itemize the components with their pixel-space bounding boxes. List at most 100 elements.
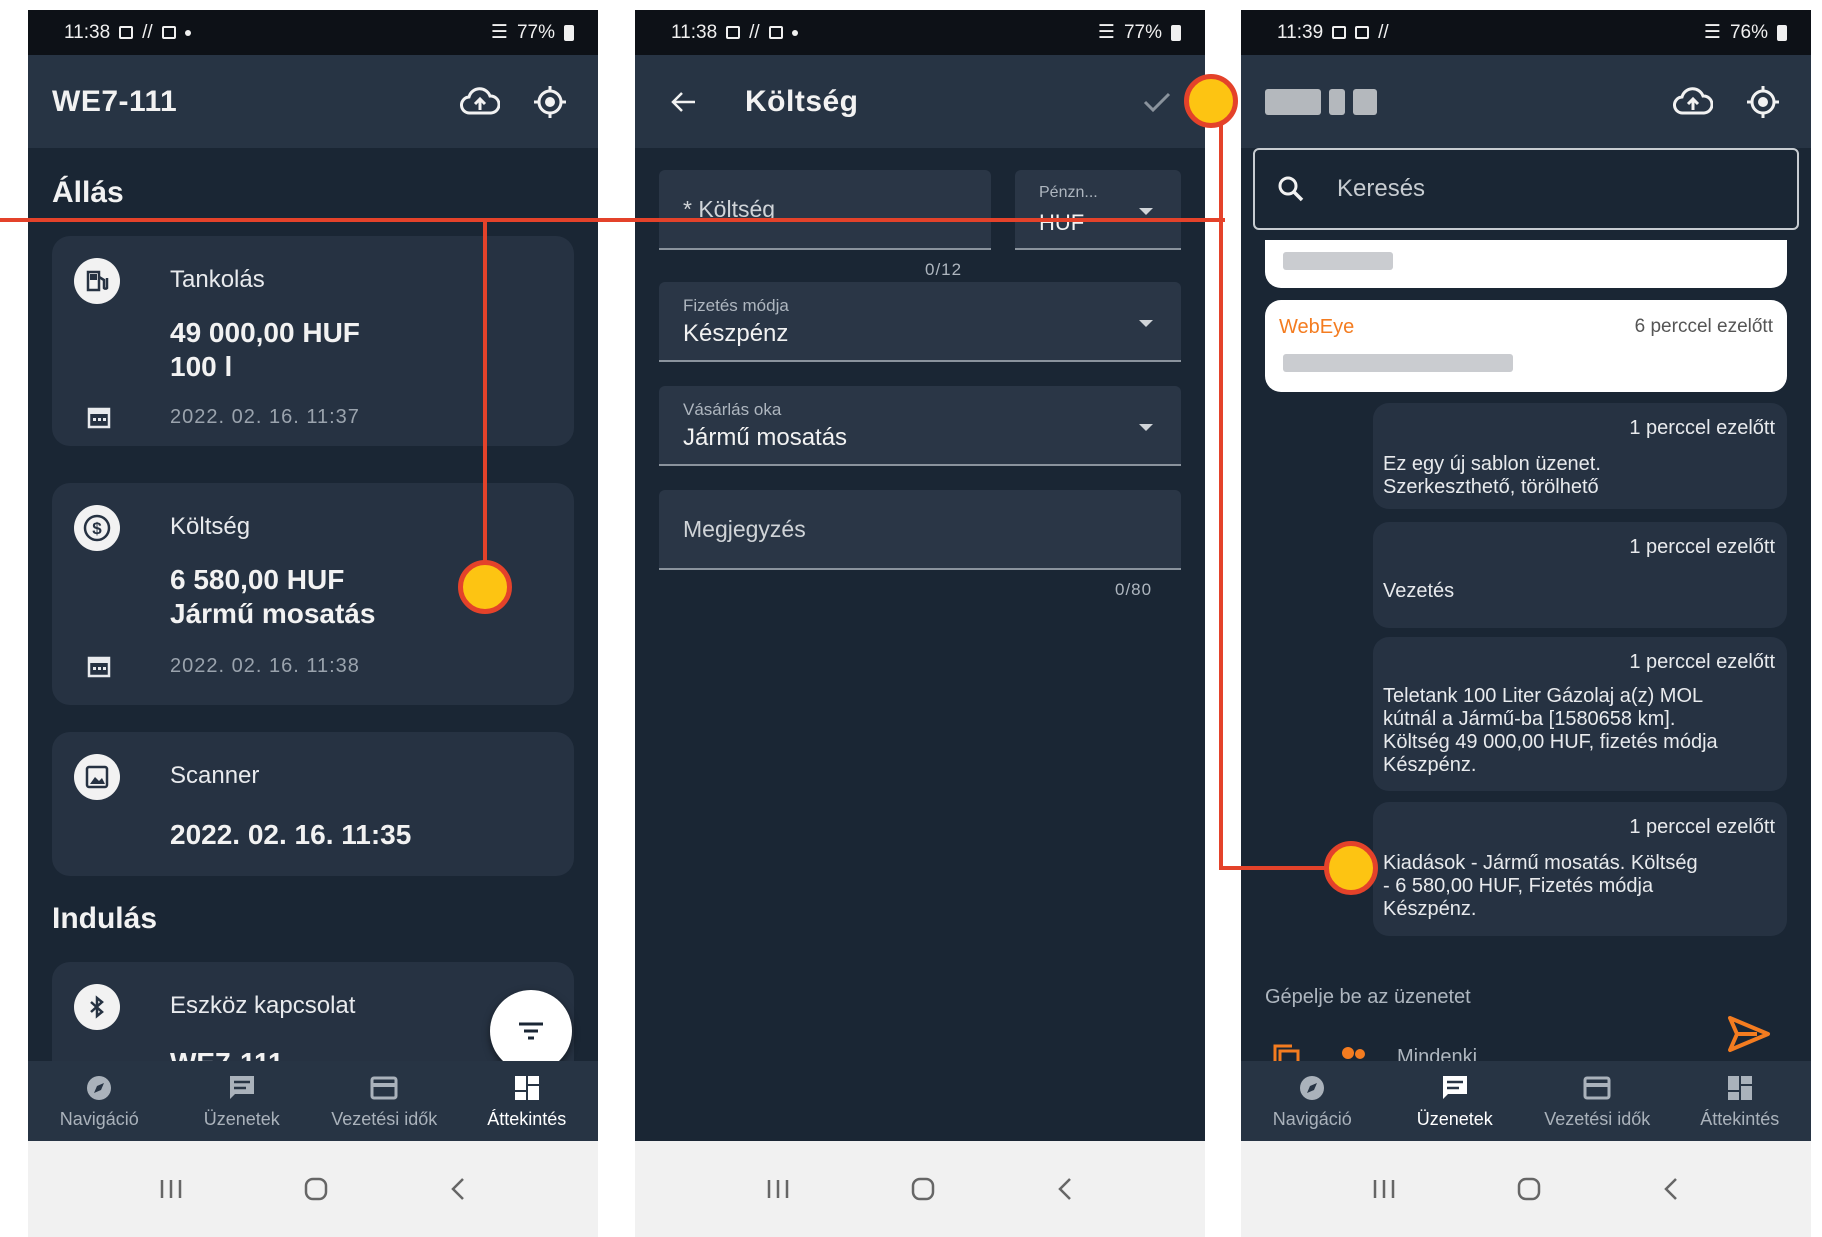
signal-icon: // [142,21,153,43]
nav-overview[interactable]: Áttekintés [1669,1061,1812,1141]
card-date: 2022. 02. 16. 11:38 [170,655,360,677]
app-bar: Költség [635,55,1205,148]
card-title: Scanner [170,762,260,789]
nav-label: Üzenetek [203,1108,280,1129]
dot-icon [184,29,191,36]
cloud-upload-icon[interactable] [1669,78,1717,126]
phone-overview: 11:38 // ☰ 77% WE7-111 Állás Tankolás 49 0… [28,10,598,1237]
annotation-line [0,218,1225,222]
dollar-icon: $ [74,505,120,551]
recents-icon[interactable] [158,1177,184,1201]
back-icon[interactable] [448,1176,468,1202]
cost-counter: 0/12 [925,260,963,279]
recents-icon[interactable] [1371,1177,1397,1201]
status-time: 11:38 [671,21,718,43]
status-bar: 11:38 // ☰ 77% [28,10,598,55]
nav-overview[interactable]: Áttekintés [456,1061,599,1141]
location-icon[interactable] [526,78,574,126]
chevron-down-icon [1139,320,1153,327]
note-field[interactable]: Megjegyzés [659,490,1181,570]
message-text: Kiadások - Jármű mosatás. Költség - 6 580… [1383,852,1698,920]
section-title-state: Állás [52,176,124,209]
back-icon[interactable] [1661,1176,1681,1202]
nav-driving-times[interactable]: Vezetési idők [1526,1061,1669,1141]
nav-label: Áttekintés [1700,1108,1780,1129]
outgoing-message[interactable]: 1 perccel ezelőtt Kiadások - Jármű mosat… [1373,802,1787,936]
back-arrow-icon[interactable] [659,78,707,126]
home-icon[interactable] [1516,1176,1542,1202]
status-bar: 11:39 // ☰ 76% [1241,10,1811,55]
card-icon [370,1076,398,1099]
nav-messages[interactable]: Üzenetek [171,1061,314,1141]
app-bar: WE7-111 [28,55,598,148]
home-icon[interactable] [303,1176,329,1202]
message-text: Teletank 100 Liter Gázolaj a(z) MOL kútná… [1383,685,1718,776]
signal-icon: // [1378,21,1389,43]
outgoing-message[interactable]: 1 perccel ezelőtt Teletank 100 Liter Gáz… [1373,637,1787,791]
message-time: 1 perccel ezelőtt [1629,816,1775,838]
message-text: Vezetés [1383,580,1455,602]
card-value-2: Jármű mosatás [170,598,376,629]
purchase-reason-select[interactable]: Vásárlás oka Jármű mosatás [659,386,1181,466]
send-icon[interactable] [1727,1014,1771,1054]
outgoing-message[interactable]: 1 perccel ezelőtt Vezetés [1373,522,1787,628]
status-battery: 77% [1123,21,1162,43]
nav-driving-times[interactable]: Vezetési idők [313,1061,456,1141]
chevron-down-icon [1139,208,1153,215]
filter-button[interactable] [490,990,572,1072]
location-icon[interactable] [1739,78,1787,126]
annotation-marker [1324,841,1378,895]
battery-icon [1777,24,1787,41]
currency-value: HUF [1039,210,1085,235]
card-title: Költség [170,513,251,540]
search-placeholder: Keresés [1337,175,1426,202]
message-icon [161,26,176,39]
cloud-upload-icon[interactable] [456,78,504,126]
message-time: 1 perccel ezelőtt [1629,651,1775,673]
payment-method-select[interactable]: Fizetés módja Készpénz [659,282,1181,362]
status-battery: 77% [516,21,555,43]
nav-label: Navigáció [1272,1108,1352,1129]
check-icon[interactable] [1133,78,1181,126]
chevron-down-icon [1139,424,1153,431]
recents-icon[interactable] [765,1177,791,1201]
bluetooth-icon [74,984,120,1030]
message-time: 6 perccel ezelőtt [1634,316,1773,337]
filter-icon [519,1022,543,1040]
message-time: 1 perccel ezelőtt [1629,417,1775,439]
fuel-icon [74,258,120,304]
calendar-icon [87,656,111,678]
incoming-message[interactable] [1265,240,1787,288]
overview-content: Állás Tankolás 49 000,00 HUF 100 l 2022.… [28,148,598,1061]
card-fueling[interactable]: Tankolás 49 000,00 HUF 100 l 2022. 02. 1… [52,236,574,446]
currency-select[interactable]: Pénzn... HUF [1015,170,1181,250]
bottom-nav: Navigáció Üzenetek Vezetési idők Áttekin… [1241,1061,1811,1141]
message-time: 1 perccel ezelőtt [1629,536,1775,558]
nav-navigation[interactable]: Navigáció [1241,1061,1384,1141]
cost-field[interactable]: * Költség [659,170,991,250]
wifi-icon: ☰ [1097,22,1115,43]
card-value: 49 000,00 HUF [170,317,360,348]
home-icon[interactable] [910,1176,936,1202]
phone-cost-form: 11:38 // ☰ 77% Költség * Költség Pénzn... … [635,10,1205,1237]
card-value: 2022. 02. 16. 11:35 [170,819,412,850]
search-input[interactable]: Keresés [1253,148,1799,230]
incoming-message[interactable]: WebEye 6 perccel ezelőtt [1265,300,1787,392]
nav-navigation[interactable]: Navigáció [28,1061,171,1141]
reason-value: Jármű mosatás [683,424,848,451]
card-title: Eszköz kapcsolat [170,992,356,1019]
back-icon[interactable] [1055,1176,1075,1202]
compass-icon [1300,1075,1325,1100]
card-value: 6 580,00 HUF [170,564,345,595]
outgoing-message[interactable]: 1 perccel ezelőtt Ez egy új sablon üzene… [1373,403,1787,509]
section-title-start: Indulás [52,902,158,935]
nav-messages[interactable]: Üzenetek [1384,1061,1527,1141]
payment-value: Készpénz [683,320,789,347]
message-icon [768,26,783,39]
nav-label: Áttekintés [487,1108,567,1129]
wifi-icon: ☰ [1703,22,1721,43]
message-text: Ez egy új sablon üzenet. Szerkeszthető, t… [1383,453,1601,498]
card-scanner[interactable]: Scanner 2022. 02. 16. 11:35 [52,732,574,876]
message-input[interactable]: Gépelje be az üzenetet [1265,986,1471,1009]
nav-label: Vezetési idők [1544,1108,1651,1129]
